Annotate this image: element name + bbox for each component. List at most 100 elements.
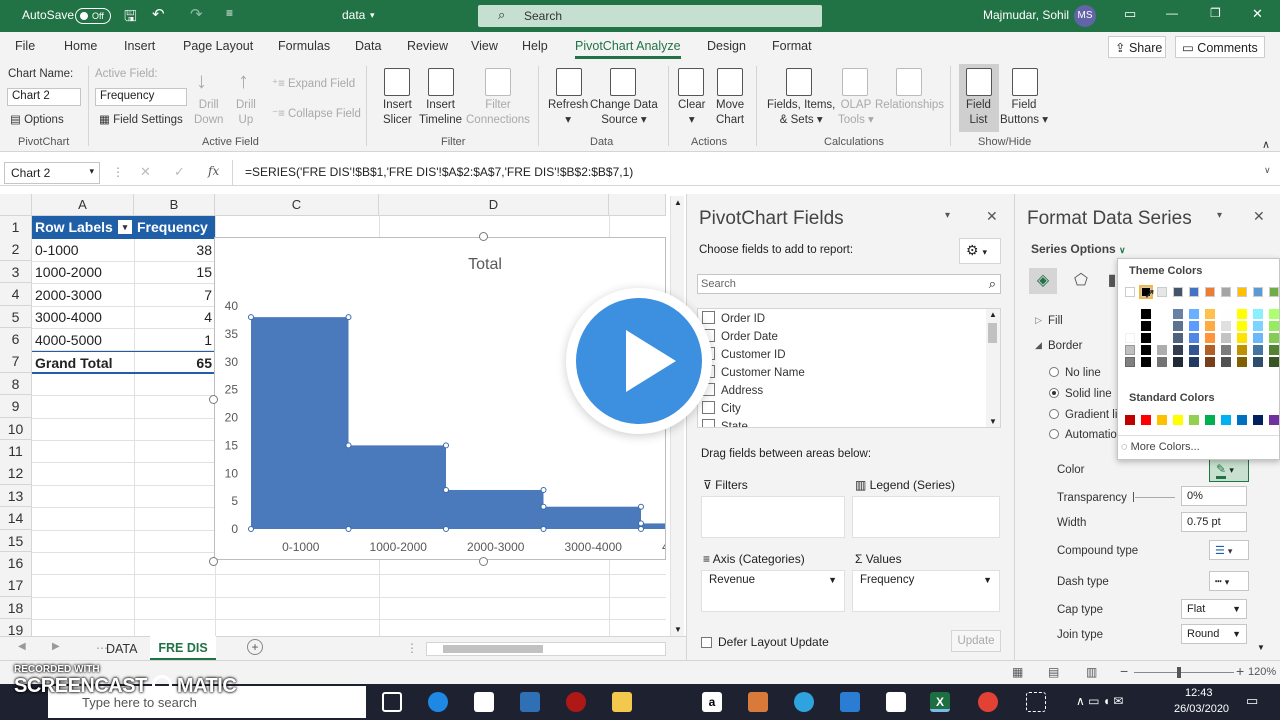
field-checkbox-customer-name[interactable]: Customer Name [702,365,805,379]
field-checkbox-customer-id[interactable]: Customer ID [702,347,786,361]
area-segment[interactable] [543,506,642,529]
row-header[interactable]: 3 [0,260,32,284]
zoom-level[interactable]: 120% [1248,666,1276,678]
tab-page-layout[interactable]: Page Layout [183,39,253,53]
pivot-header-row-labels[interactable]: Row Labels ▾ [32,216,134,239]
options-button[interactable]: ▤ Options [10,112,64,126]
user-name[interactable]: Majmudar, Sohil [983,8,1069,22]
color-swatch[interactable] [1125,287,1135,297]
color-swatch[interactable] [1253,357,1263,367]
color-swatch[interactable] [1237,321,1247,331]
series-options-dropdown[interactable]: Series Options ∨ [1031,242,1126,256]
color-swatch[interactable] [1157,357,1167,367]
table-cell[interactable]: 4 [134,306,215,329]
name-box[interactable]: Chart 2 ▾ [4,162,100,184]
column-header-d[interactable]: D [379,194,609,216]
data-point-handle[interactable] [345,526,352,532]
color-swatch[interactable] [1125,357,1135,367]
olap-tools-button[interactable]: OLAP Tools ▾ [838,98,874,128]
clear-button[interactable]: Clear ▾ [678,98,705,128]
filters-dropzone[interactable] [701,496,845,538]
data-point-handle[interactable] [248,314,254,321]
scroll-down-icon[interactable]: ▼ [674,625,682,634]
enter-icon[interactable]: ✓ [174,164,185,180]
row-header[interactable]: 4 [0,283,32,306]
border-collapse-icon[interactable]: ◢ [1035,340,1042,351]
tools-icon[interactable] [748,692,768,712]
color-swatch[interactable] [1269,287,1279,297]
color-swatch[interactable] [1205,345,1215,355]
solid-line-radio[interactable]: Solid line [1049,388,1112,400]
scrollbar-thumb[interactable] [443,645,543,653]
fields-items-sets-button[interactable]: Fields, Items, & Sets ▾ [767,98,835,128]
table-cell[interactable]: 3000-4000 [32,306,134,329]
sheet-tab-data[interactable]: DATA [106,642,137,656]
table-cell[interactable]: 7 [134,284,215,307]
field-buttons-button[interactable]: Field Buttons ▾ [1000,98,1048,128]
data-point-handle[interactable] [638,520,644,527]
color-swatch[interactable] [1221,333,1231,343]
tab-design[interactable]: Design [707,39,746,53]
pane-options-icon[interactable]: ▾ [945,210,950,221]
tab-home[interactable]: Home [64,39,97,53]
color-swatch[interactable] [1189,287,1199,297]
fill-section[interactable]: Fill [1048,315,1063,327]
tab-format[interactable]: Format [772,39,812,53]
search-box[interactable]: ⌕ Search [478,5,822,27]
color-swatch[interactable] [1141,333,1151,343]
area-segment[interactable] [251,317,349,529]
row-header[interactable]: 6 [0,328,32,351]
column-header-e[interactable] [609,194,666,216]
change-data-source-button[interactable]: Change Data Source ▾ [590,98,658,128]
ribbon-display-icon[interactable]: ▭ [1124,6,1136,22]
file-name[interactable]: data [342,8,365,22]
color-swatch[interactable] [1237,357,1247,367]
tab-insert[interactable]: Insert [124,39,155,53]
color-swatch[interactable] [1189,321,1199,331]
edge-icon[interactable] [428,692,448,712]
color-swatch[interactable] [1253,321,1263,331]
color-swatch[interactable] [1141,415,1151,425]
collapse-ribbon-icon[interactable]: ∧ [1262,138,1270,151]
tab-split-icon[interactable]: ⋮ [406,641,418,655]
filter-dropdown-icon[interactable]: ▾ [118,220,132,234]
color-swatch[interactable] [1141,357,1151,367]
maximize-icon[interactable]: ❐ [1210,6,1221,20]
avatar[interactable]: MS [1074,5,1096,27]
formula-input[interactable]: =SERIES('FRE DIS'!$B$1,'FRE DIS'!$A$2:$A… [245,165,633,179]
color-swatch[interactable] [1253,345,1263,355]
color-swatch[interactable] [1157,415,1167,425]
color-swatch[interactable] [1237,333,1247,343]
filter-connections-button[interactable]: Filter Connections [466,98,530,128]
color-swatch[interactable] [1173,357,1183,367]
color-swatch[interactable] [1125,309,1135,319]
color-swatch[interactable] [1269,345,1279,355]
color-swatch[interactable] [1205,321,1215,331]
page-break-view-icon[interactable]: ▥ [1086,665,1097,679]
color-swatch[interactable] [1253,333,1263,343]
recorder-icon[interactable] [566,692,586,712]
data-point-handle[interactable] [638,503,644,510]
color-swatch[interactable] [1269,415,1279,425]
close-pane-icon[interactable]: ✕ [1253,208,1265,225]
clock-date[interactable]: 26/03/2020 [1174,703,1229,715]
table-cell[interactable]: 2000-3000 [32,284,134,307]
color-swatch[interactable] [1237,309,1247,319]
notepad-icon[interactable] [886,692,906,712]
row-header[interactable]: 1 [0,216,32,239]
row-header[interactable]: 8 [0,372,32,396]
tab-help[interactable]: Help [522,39,548,53]
file-explorer-icon[interactable] [612,692,632,712]
ie-icon[interactable] [794,692,814,712]
insert-function-icon[interactable]: fx [208,164,219,178]
data-point-handle[interactable] [345,314,352,321]
save-icon[interactable]: 🖫 [124,6,137,31]
color-swatch[interactable] [1157,345,1167,355]
data-point-handle[interactable] [443,442,449,449]
zoom-out-icon[interactable]: − [1120,663,1128,679]
move-chart-button[interactable]: Move Chart [716,98,744,128]
table-cell[interactable]: 4000-5000 [32,329,134,352]
chart-resize-handle[interactable] [479,557,488,566]
mail-icon[interactable] [840,692,860,712]
chrome-icon[interactable] [978,692,998,712]
